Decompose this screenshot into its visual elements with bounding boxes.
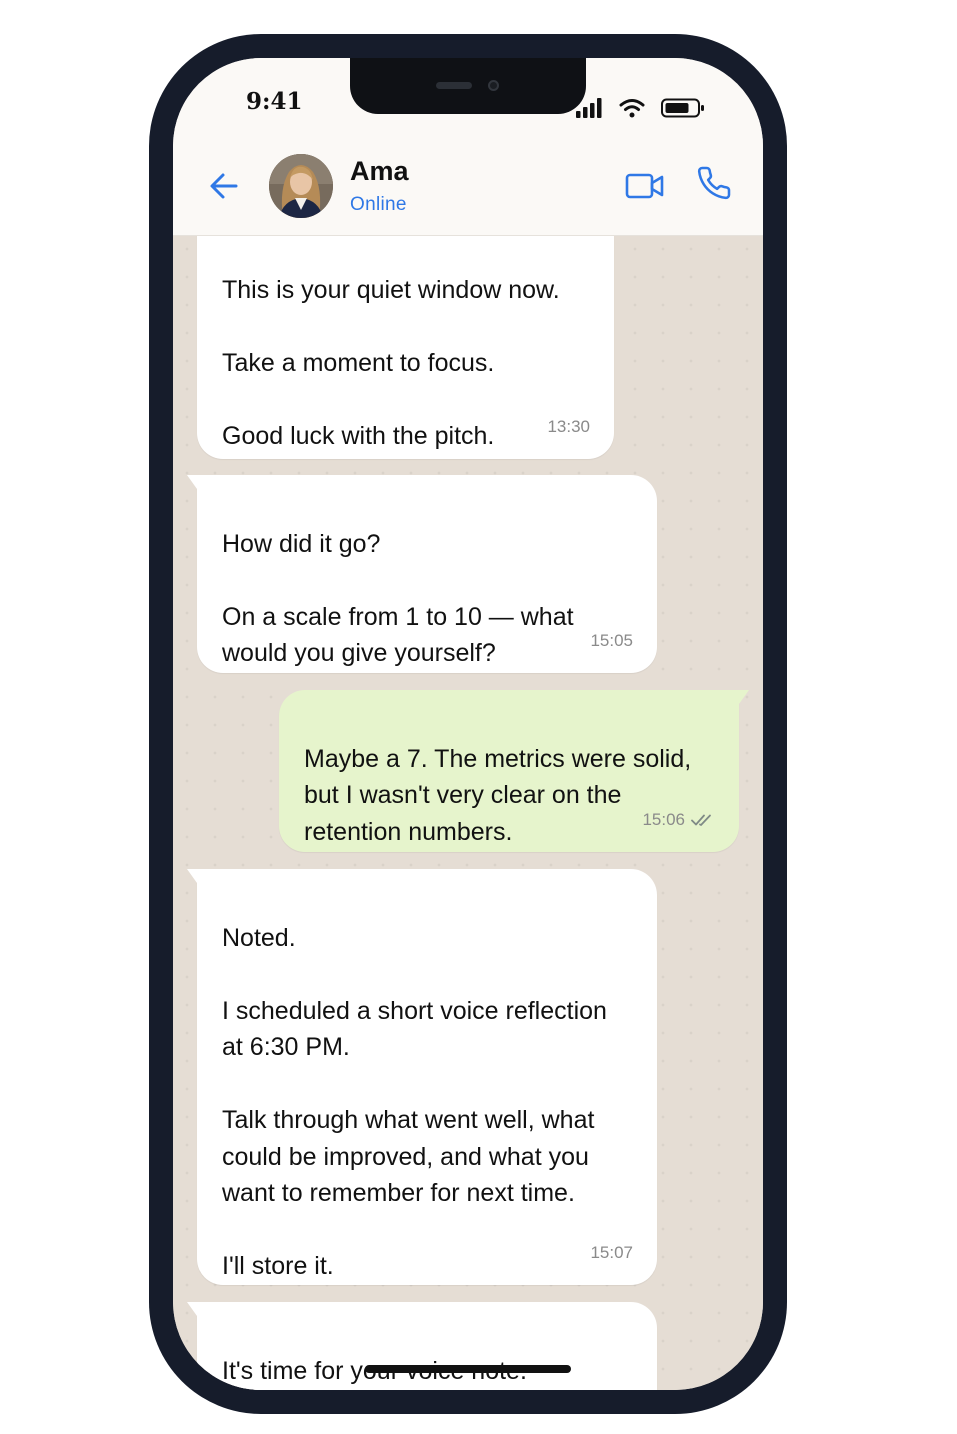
message-text: This is your quiet window now. Take a mo… xyxy=(222,275,560,450)
double-check-icon xyxy=(691,814,711,826)
contact-status: Online xyxy=(350,194,407,215)
avatar[interactable] xyxy=(269,154,333,218)
wifi-icon xyxy=(619,99,645,118)
back-arrow-icon[interactable] xyxy=(207,169,241,203)
message-bubble[interactable]: Maybe a 7. The metrics were solid, but I… xyxy=(279,690,749,852)
message-time: 13:30 xyxy=(547,416,590,436)
front-camera xyxy=(488,80,499,91)
status-bar: 9:41 xyxy=(173,58,763,136)
message-text: Noted. I scheduled a short voice reflect… xyxy=(222,923,607,1281)
message-text: How did it go? On a scale from 1 to 10 —… xyxy=(222,529,574,668)
speaker-grille xyxy=(436,82,472,89)
chat-header: Ama Online xyxy=(173,136,763,236)
message-list[interactable]: This is your quiet window now. Take a mo… xyxy=(173,195,763,1390)
signal-icon xyxy=(576,98,602,118)
phone-screen: 9:41 Ama Online This is your quiet windo… xyxy=(173,58,763,1390)
message-time: 15:06 xyxy=(642,809,685,829)
home-indicator[interactable] xyxy=(365,1365,571,1373)
status-time: 9:41 xyxy=(246,88,303,115)
message-bubble[interactable]: It's time for your voice note. xyxy=(187,1302,657,1390)
battery-icon xyxy=(661,98,704,118)
message-text: Maybe a 7. The metrics were solid, but I… xyxy=(304,744,692,846)
contact-name[interactable]: Ama xyxy=(350,156,409,187)
message-bubble[interactable]: Noted. I scheduled a short voice reflect… xyxy=(187,869,657,1285)
notch xyxy=(350,58,586,114)
video-call-icon[interactable] xyxy=(625,170,665,202)
phone-call-icon[interactable] xyxy=(696,165,732,201)
message-time: 15:07 xyxy=(590,1242,633,1262)
profile-photo xyxy=(269,154,333,218)
message-time: 15:05 xyxy=(590,630,633,650)
message-bubble[interactable]: How did it go? On a scale from 1 to 10 —… xyxy=(187,475,657,673)
